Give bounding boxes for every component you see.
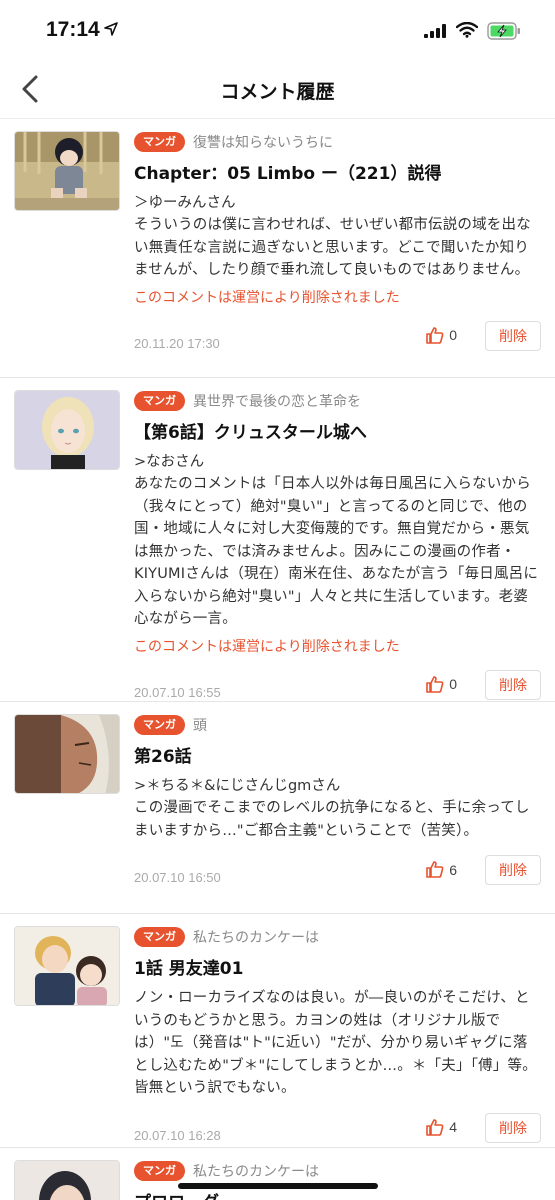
delete-button[interactable]: 削除 — [485, 855, 541, 885]
series-title[interactable]: 異世界で最後の恋と革命を — [193, 391, 361, 411]
delete-button[interactable]: 削除 — [485, 1112, 541, 1143]
comment-footer: 20.07.10 16:28 4 削除 — [134, 1100, 541, 1154]
like-button[interactable]: 0 — [426, 675, 457, 693]
battery-charging-icon — [487, 22, 520, 40]
comment-date: 20.07.10 16:50 — [134, 870, 221, 885]
thumbs-up-icon — [426, 675, 444, 693]
like-button[interactable]: 6 — [426, 861, 457, 878]
like-count: 0 — [449, 327, 457, 343]
comment-item[interactable]: マンガ 頭 第26話 >＊ちる＊&にじさんじgmさん この漫画でそこまでのレベル… — [0, 702, 555, 914]
series-title[interactable]: 私たちのカンケーは — [193, 1161, 319, 1181]
series-title[interactable]: 私たちのカンケーは — [193, 927, 319, 947]
home-indicator[interactable] — [178, 1183, 378, 1189]
episode-title[interactable]: Chapter：05 Limbo ー（221）説得 — [134, 162, 541, 186]
page-title: コメント履歴 — [220, 81, 335, 103]
episode-title[interactable]: 1話 男友達01 — [134, 957, 541, 981]
category-tag: マンガ — [134, 391, 185, 411]
episode-title[interactable]: 第26話 — [134, 745, 541, 769]
reply-to-user: >なおさん — [134, 454, 205, 470]
comment-item[interactable]: マンガ 異世界で最後の恋と革命を 【第6話】クリュスタール城へ >なおさん あな… — [0, 378, 555, 702]
category-tag: マンガ — [134, 132, 185, 152]
comment-footer: 20.07.10 16:50 6 削除 — [134, 842, 541, 896]
wifi-icon — [456, 22, 478, 38]
reply-to-user: ＞ゆーみんさん — [134, 195, 236, 211]
navigation-bar: コメント履歴 — [0, 60, 555, 118]
series-title[interactable]: 頭 — [193, 715, 207, 735]
thumbs-up-icon — [426, 326, 444, 344]
series-title[interactable]: 復讐は知らないうちに — [193, 132, 333, 152]
cellular-signal-icon — [424, 24, 446, 38]
comment-date: 20.07.10 16:28 — [134, 1127, 221, 1143]
status-bar: 17:14 — [0, 0, 555, 60]
series-thumbnail[interactable] — [14, 1160, 120, 1200]
thumbs-up-icon — [426, 1118, 444, 1136]
deleted-notice: このコメントは運営により削除されました — [134, 638, 400, 655]
comment-item[interactable]: マンガ 私たちのカンケーは 1話 男友達01 ノン・ローカライズなのは良い。が―… — [0, 914, 555, 1148]
series-thumbnail[interactable] — [14, 390, 120, 470]
delete-button[interactable]: 削除 — [485, 320, 541, 351]
series-thumbnail[interactable] — [14, 926, 120, 1006]
comment-date: 20.11.20 17:30 — [134, 335, 220, 351]
like-count: 4 — [449, 1119, 457, 1135]
category-tag: マンガ — [134, 927, 185, 947]
episode-title[interactable]: プロローグ — [134, 1191, 541, 1200]
deleted-notice: このコメントは運営により削除されました — [134, 289, 400, 306]
comment-body: この漫画でそこまでのレベルの抗争になると、手に余ってしまいますから…"ご都合主義… — [134, 800, 530, 839]
thumbs-up-icon — [426, 861, 444, 878]
category-tag: マンガ — [134, 715, 185, 735]
comment-item[interactable]: マンガ 私たちのカンケーは プロローグ — [0, 1148, 555, 1200]
reply-to-user: >＊ちる＊&にじさんじgmさん — [134, 778, 341, 794]
series-thumbnail[interactable] — [14, 714, 120, 794]
category-tag: マンガ — [134, 1161, 185, 1181]
series-thumbnail[interactable] — [14, 131, 120, 211]
like-count: 0 — [449, 676, 457, 692]
comment-item[interactable]: マンガ 復讐は知らないうちに Chapter：05 Limbo ー（221）説得… — [0, 118, 555, 378]
like-button[interactable]: 0 — [426, 326, 457, 344]
comment-body: あなたのコメントは「日本人以外は毎日風呂に入らないから（我々にとって）絶対"臭い… — [134, 476, 539, 627]
comment-footer: 20.11.20 17:30 0 削除 — [134, 308, 541, 362]
episode-title[interactable]: 【第6話】クリュスタール城へ — [134, 421, 541, 445]
status-time: 17:14 — [46, 18, 100, 41]
comment-body: ノン・ローカライズなのは良い。が―良いのがそこだけ、というのもどうかと思う。カヨ… — [134, 990, 537, 1096]
like-count: 6 — [449, 861, 457, 878]
comment-date: 20.07.10 16:55 — [134, 684, 221, 700]
location-arrow-icon — [104, 22, 118, 36]
delete-button[interactable]: 削除 — [485, 669, 541, 700]
comment-history-list: マンガ 復讐は知らないうちに Chapter：05 Limbo ー（221）説得… — [0, 118, 555, 1200]
like-button[interactable]: 4 — [426, 1118, 457, 1136]
comment-body: そういうのは僕に言わせれば、せいぜい都市伝説の域を出ない無責任な言説に過ぎないと… — [134, 217, 531, 278]
